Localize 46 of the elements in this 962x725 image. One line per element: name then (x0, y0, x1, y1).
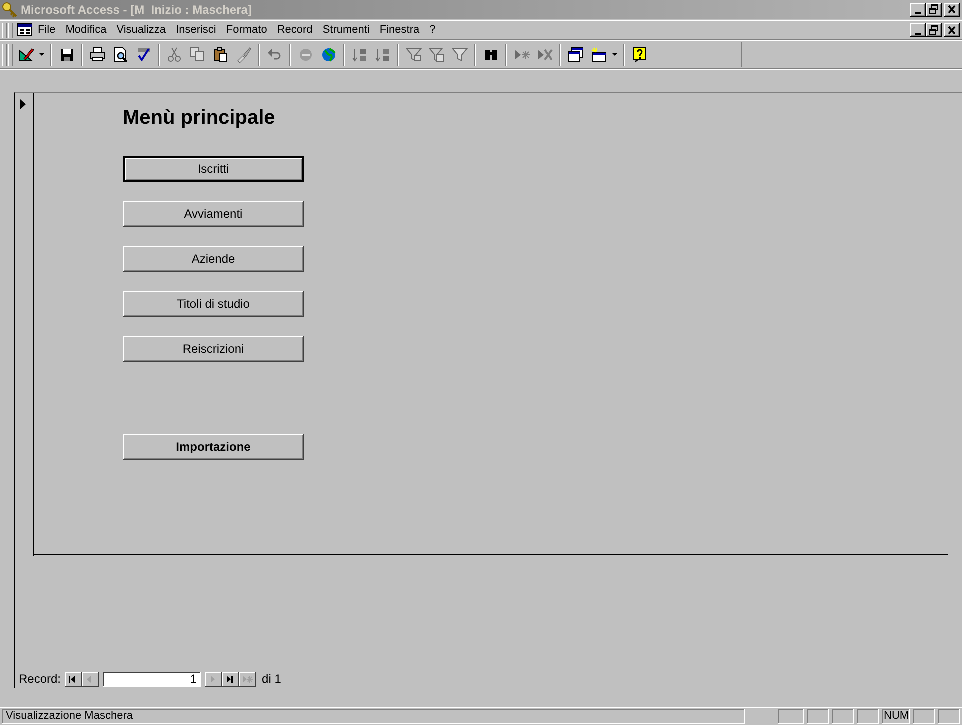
menu-item[interactable]: Record (272, 23, 318, 37)
form-icon[interactable] (17, 23, 33, 37)
minimize-button[interactable] (910, 2, 926, 16)
menu-item[interactable]: Modifica (60, 23, 112, 37)
record-number-field[interactable]: 1 (103, 672, 202, 686)
status-panel (913, 709, 935, 724)
status-panel (778, 709, 804, 724)
minimize-button[interactable] (910, 23, 926, 37)
status-panel (857, 709, 879, 724)
menu-item[interactable]: Formato (221, 23, 272, 37)
last-record-button[interactable] (222, 672, 240, 686)
menu-item[interactable]: Inserisci (171, 23, 222, 37)
record-pointer-icon (20, 99, 26, 110)
status-panel (807, 709, 829, 724)
restore-icon (928, 24, 940, 36)
minimize-icon (915, 12, 921, 14)
menu-button[interactable]: Importazione (123, 434, 304, 460)
new-record-icon (242, 674, 254, 684)
record-count: di 1 (262, 672, 282, 686)
menu-item[interactable]: Strumenti (318, 23, 375, 37)
first-record-button[interactable] (65, 672, 82, 686)
window-title: Microsoft Access - [M_Inizio : Maschera] (21, 2, 253, 16)
key-icon (2, 2, 18, 18)
menu-button[interactable]: Iscritti (123, 156, 304, 182)
restore-button[interactable] (926, 23, 942, 37)
status-panel (832, 709, 854, 724)
close-button[interactable] (944, 23, 960, 37)
menu-item[interactable]: File (33, 23, 61, 37)
close-button[interactable] (944, 2, 960, 16)
status-indicator: NUM (882, 709, 910, 724)
close-icon (946, 24, 958, 36)
menu-button[interactable]: Aziende (123, 246, 304, 272)
minimize-icon (915, 32, 921, 34)
status-text: Visualizzazione Maschera (2, 709, 745, 724)
record-label: Record: (19, 672, 62, 686)
menu-item[interactable]: Finestra (374, 23, 425, 37)
form-heading: Menù principale (123, 107, 276, 130)
restore-button[interactable] (926, 2, 942, 16)
menu-item[interactable]: ? (424, 23, 441, 37)
restore-icon (928, 4, 940, 15)
status-panel (938, 709, 960, 724)
menu-button[interactable]: Reiscrizioni (123, 336, 304, 362)
menu-item[interactable]: Visualizza (112, 23, 172, 37)
menu-button[interactable]: Avviamenti (123, 201, 304, 227)
menu-button[interactable]: Titoli di studio (123, 291, 304, 317)
close-icon (946, 4, 958, 15)
